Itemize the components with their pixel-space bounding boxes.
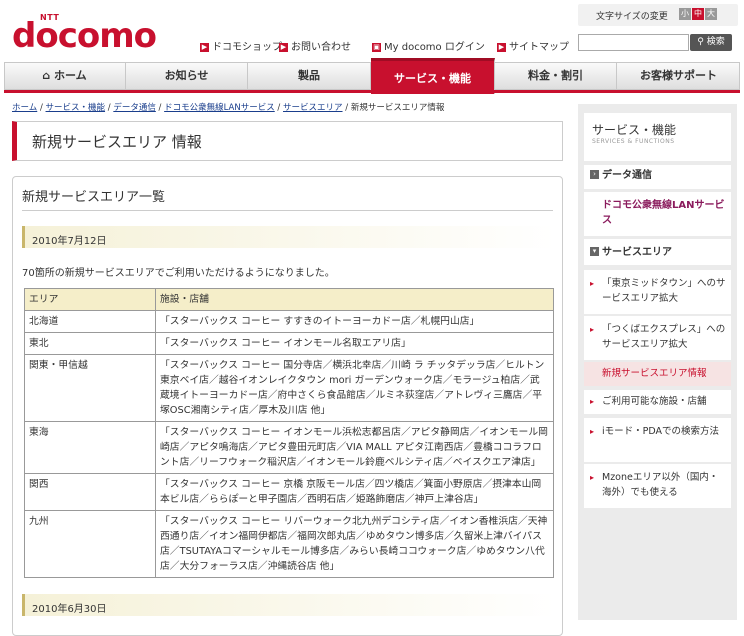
arrow-right-icon: ▸ — [590, 279, 595, 288]
sidebar-item-label: ドコモ公衆無線LANサービス — [602, 200, 725, 226]
facility-cell: 「スターバックス コーヒー リバーウォーク北九州デコシティ店／イオン香椎浜店／天… — [155, 510, 554, 578]
facility-cell: 「スターバックス コーヒー 京橋 京阪モール店／四ツ橋店／箕面小野原店／摂津本山… — [155, 473, 554, 511]
table-row: 東北 「スターバックス コーヒー イオンモール名取エアリ店」 — [24, 332, 554, 355]
col-header-facility: 施設・店舗 — [155, 288, 554, 311]
util-link-mydocomo-login[interactable]: ▣ My docomo ログイン — [372, 38, 485, 53]
area-cell: 東海 — [24, 421, 156, 474]
area-cell: 東北 — [24, 332, 156, 355]
util-link-shop[interactable]: ▶ ドコモショップ — [200, 38, 282, 53]
sidebar-sub-tsukuba[interactable]: ▸ 「つくばエクスプレス」へのサービスエリア拡大 — [584, 316, 731, 360]
area-table: エリア 施設・店舗 北海道 「スターバックス コーヒー すすきのイトーヨーカドー… — [24, 288, 554, 578]
sidebar-item-data-comm[interactable]: › データ通信 — [584, 165, 731, 189]
area-cell: 関西 — [24, 473, 156, 511]
search-input[interactable] — [578, 34, 689, 51]
breadcrumb-area[interactable]: サービスエリア — [283, 103, 343, 113]
sidebar-sub-facilities[interactable]: ▸ ご利用可能な施設・店舗 — [584, 390, 731, 414]
nav-underline — [4, 90, 740, 93]
table-header-row: エリア 施設・店舗 — [24, 288, 554, 311]
font-size-medium-button[interactable]: 中 — [692, 8, 704, 20]
sidebar-sub-mzone[interactable]: ▸ Mzoneエリア以外（国内・海外）でも使える — [584, 464, 731, 508]
sidebar-title: サービス・機能 — [592, 123, 677, 137]
docomo-logo[interactable]: docomo — [12, 18, 157, 54]
intro-text: 70箇所の新規サービスエリアでご利用いただけるようになりました。 — [22, 268, 335, 279]
login-icon: ▣ — [372, 43, 381, 52]
nav-products[interactable]: 製品 — [248, 62, 371, 90]
breadcrumb-current: 新規サービスエリア情報 — [350, 103, 445, 113]
breadcrumb-services[interactable]: サービス・機能 — [46, 103, 106, 113]
date-label: 2010年7月12日 — [32, 236, 107, 247]
table-row: 関西 「スターバックス コーヒー 京橋 京阪モール店／四ツ橋店／箕面小野原店／摂… — [24, 473, 554, 511]
breadcrumb-data[interactable]: データ通信 — [113, 103, 156, 113]
table-row: 九州 「スターバックス コーヒー リバーウォーク北九州デコシティ店／イオン香椎浜… — [24, 510, 554, 578]
breadcrumb-home[interactable]: ホーム — [12, 103, 37, 113]
font-size-large-button[interactable]: 大 — [705, 8, 717, 20]
area-cell: 関東・甲信越 — [24, 354, 156, 422]
facility-cell: 「スターバックス コーヒー イオンモール浜松志都呂店／アピタ静岡店／イオンモール… — [155, 421, 554, 474]
page-title: 新規サービスエリア 情報 — [32, 133, 202, 151]
font-size-small-button[interactable]: 小 — [679, 8, 691, 20]
divider — [22, 210, 553, 211]
search-button[interactable]: ⚲ 検索 — [690, 34, 732, 51]
arrow-right-icon: ▶ — [497, 43, 506, 52]
chevron-down-icon: ▾ — [590, 247, 599, 256]
facility-cell: 「スターバックス コーヒー イオンモール名取エアリ店」 — [155, 332, 554, 355]
chevron-right-icon: › — [590, 170, 599, 179]
util-link-contact[interactable]: ▶ お問い合わせ — [279, 38, 351, 53]
nav-news[interactable]: お知らせ — [126, 62, 248, 90]
date-label: 2010年6月30日 — [32, 604, 107, 615]
sidebar-subtitle: SERVICES & FUNCTIONS — [592, 138, 675, 145]
area-cell: 北海道 — [24, 310, 156, 333]
sidebar-sub-new-area[interactable]: 新規サービスエリア情報 — [584, 362, 731, 386]
search-icon: ⚲ — [697, 37, 704, 47]
nav-home[interactable]: ⌂ ホーム — [4, 62, 126, 90]
sidebar-item-area[interactable]: ▾ サービスエリア — [584, 239, 731, 265]
arrow-right-icon: ▶ — [279, 43, 288, 52]
table-row: 関東・甲信越 「スターバックス コーヒー 国分寺店／横浜北幸店／川崎 ラ チッタ… — [24, 354, 554, 422]
nav-support[interactable]: お客様サポート — [617, 62, 740, 90]
arrow-right-icon: ▸ — [590, 325, 595, 334]
area-cell: 九州 — [24, 510, 156, 578]
breadcrumb: ホーム / サービス・機能 / データ通信 / ドコモ公衆無線LANサービス /… — [12, 103, 445, 113]
util-link-sitemap[interactable]: ▶ サイトマップ — [497, 38, 569, 53]
arrow-right-icon: ▶ — [200, 43, 209, 52]
table-row: 北海道 「スターバックス コーヒー すすきのイトーヨーカドー店／札幌円山店」 — [24, 310, 554, 333]
nav-services[interactable]: サービス・機能 — [371, 58, 495, 94]
section-title: 新規サービスエリア一覧 — [22, 190, 166, 205]
facility-cell: 「スターバックス コーヒー すすきのイトーヨーカドー店／札幌円山店」 — [155, 310, 554, 333]
sidebar-sub-imode[interactable]: ▸ iモード・PDAでの検索方法 — [584, 418, 731, 462]
arrow-right-icon: ▸ — [590, 427, 595, 436]
facility-cell: 「スターバックス コーヒー 国分寺店／横浜北幸店／川崎 ラ チッタデッラ店／ヒル… — [155, 354, 554, 422]
breadcrumb-wlan[interactable]: ドコモ公衆無線LANサービス — [164, 103, 275, 113]
arrow-right-icon: ▸ — [590, 473, 595, 482]
nav-pricing[interactable]: 料金・割引 — [495, 62, 617, 90]
home-icon: ⌂ — [42, 69, 51, 82]
sidebar-item-wlan[interactable]: ドコモ公衆無線LANサービス — [584, 192, 731, 236]
font-size-label: 文字サイズの変更 — [596, 12, 668, 22]
arrow-right-icon: ▸ — [590, 397, 595, 406]
sidebar-sub-midtown[interactable]: ▸ 「東京ミッドタウン」へのサービスエリア拡大 — [584, 270, 731, 314]
col-header-area: エリア — [24, 288, 156, 311]
table-row: 東海 「スターバックス コーヒー イオンモール浜松志都呂店／アピタ静岡店／イオン… — [24, 421, 554, 474]
